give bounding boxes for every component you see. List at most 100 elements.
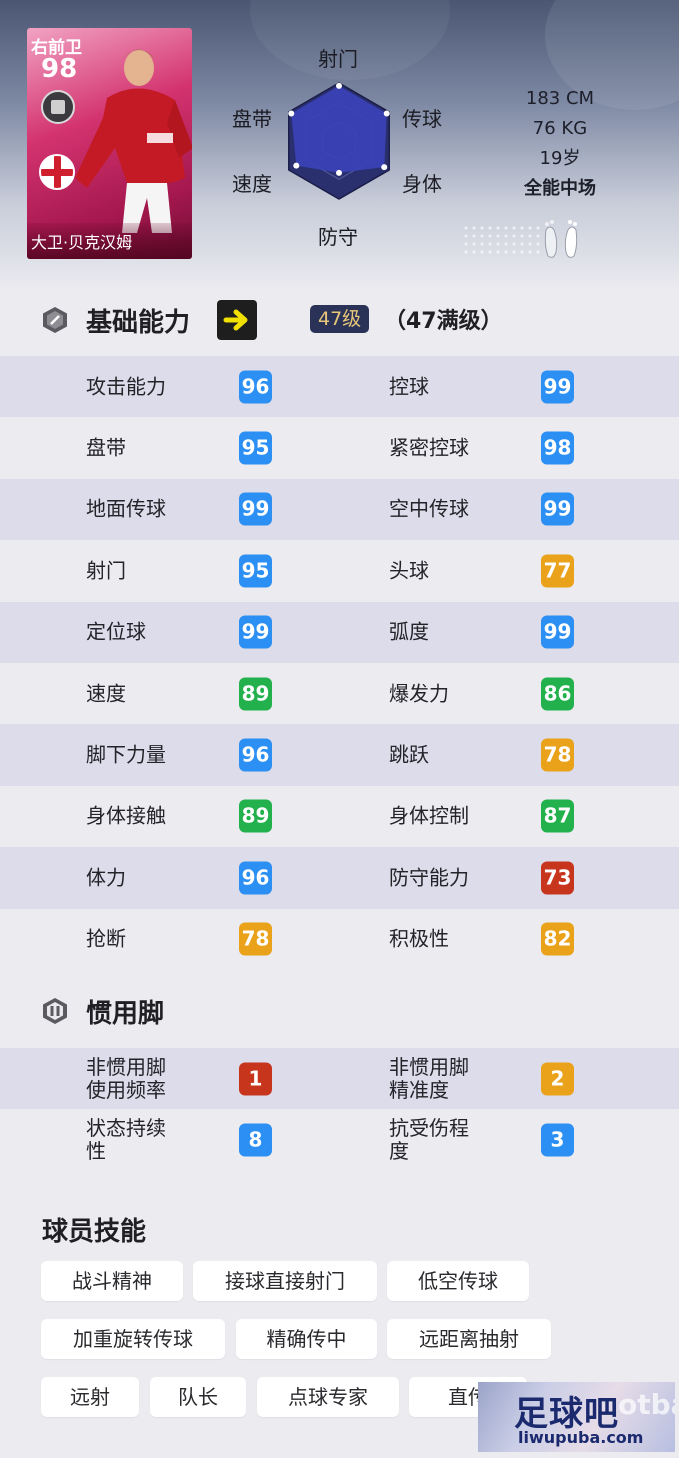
skill-tag[interactable]: 接球直接射门: [193, 1261, 377, 1301]
stat-label-right: 紧密控球: [389, 435, 469, 460]
stat-label-right: 抗受伤程 度: [389, 1116, 469, 1164]
radar-label-speed: 速度: [232, 172, 272, 196]
stat-label-left: 抢断: [86, 926, 126, 951]
arrow-right-icon: [223, 309, 248, 331]
stat-value-right: 99: [541, 370, 574, 404]
stat-row: 体力 96 防守能力 73: [0, 847, 679, 909]
stat-label-left: 体力: [86, 865, 126, 890]
stat-label-right: 非惯用脚 精准度: [389, 1054, 469, 1102]
radar-value-area: [291, 85, 387, 173]
hexagon-badge-icon: [43, 307, 67, 333]
stat-value-right: 78: [541, 738, 574, 772]
watermark-url: liwupuba.com: [518, 1428, 644, 1447]
radar-label-physical: 身体: [402, 172, 442, 196]
stats-table: 攻击能力 96 控球 99 盘带 95 紧密控球 98 地面传球 99 空中传球 99 射门 95 头球 77…: [0, 356, 679, 970]
skill-tag[interactable]: 战斗精神: [41, 1261, 183, 1301]
level-badge: 47级: [310, 305, 370, 333]
stat-value-right: 98: [541, 431, 574, 465]
stat-value-right: 77: [541, 554, 574, 588]
skills-header: 球员技能: [0, 1204, 679, 1254]
stat-value-right: 99: [541, 492, 574, 526]
expand-arrow-button[interactable]: [217, 300, 257, 340]
card-overall-rating: 98: [41, 54, 78, 84]
stat-label-left: 盘带: [86, 435, 126, 460]
stat-value-left: 96: [239, 861, 272, 895]
level-max-text: （47满级）: [384, 309, 503, 334]
stat-value-right: 3: [541, 1123, 574, 1157]
radar-point: [288, 110, 295, 117]
player-card[interactable]: 右前卫 98 大卫·贝克汉姆: [27, 28, 192, 259]
stat-value-left: 95: [239, 431, 272, 465]
card-player-name: 大卫·贝克汉姆: [27, 223, 192, 259]
stat-value-left: 89: [239, 799, 272, 833]
stat-label-right: 弧度: [389, 619, 429, 644]
skill-tag[interactable]: 远距离抽射: [387, 1319, 551, 1359]
shield-foot-icon: [43, 998, 67, 1024]
stat-row: 脚下力量 96 跳跃 78: [0, 724, 679, 786]
ability-radar-chart: 射门 传球 身体 防守 速度 盘带: [220, 35, 460, 255]
stat-label-right: 爆发力: [389, 681, 449, 706]
decorative-dots: [462, 224, 542, 254]
section-title-basic-ability: 基础能力: [86, 307, 191, 338]
feet-icon: [544, 220, 578, 258]
stat-value-left: 8: [239, 1123, 272, 1157]
stat-label-left: 定位球: [86, 619, 146, 644]
stat-row: 盘带 95 紧密控球 98: [0, 417, 679, 478]
stat-value-left: 96: [239, 738, 272, 772]
stat-value-right: 87: [541, 799, 574, 833]
stat-row: 身体接触 89 身体控制 87: [0, 786, 679, 847]
radar-label-passing: 传球: [402, 107, 442, 131]
skill-tag[interactable]: 队长: [150, 1377, 246, 1417]
stat-label-right: 跳跃: [389, 742, 429, 767]
stat-label-left: 身体接触: [86, 803, 166, 828]
player-header: 右前卫 98 大卫·贝克汉姆 射门 传球 身体 防守 速度 盘带 183 CM …: [0, 0, 679, 290]
skill-tag[interactable]: 加重旋转传球: [41, 1319, 225, 1359]
stat-value-right: 99: [541, 615, 574, 649]
stat-value-right: 2: [541, 1062, 574, 1096]
stat-row: 状态持续 性 8 抗受伤程 度 3: [0, 1109, 679, 1170]
stat-label-right: 积极性: [389, 926, 449, 951]
stat-value-right: 73: [541, 861, 574, 895]
skill-tag[interactable]: 低空传球: [387, 1261, 529, 1301]
stat-label-left: 非惯用脚 使用频率: [86, 1054, 166, 1102]
stat-label-right: 防守能力: [389, 865, 469, 890]
player-age: 19岁: [539, 148, 581, 169]
player-weight: 76 KG: [532, 118, 588, 139]
skill-tag[interactable]: 远射: [41, 1377, 139, 1417]
radar-point: [381, 164, 388, 171]
radar-point: [383, 110, 390, 117]
radar-point: [293, 162, 300, 169]
stat-label-left: 地面传球: [86, 496, 166, 521]
england-flag-icon: [39, 154, 75, 190]
preferred-foot-header: 惯用脚: [0, 986, 679, 1036]
skill-tag[interactable]: 点球专家: [257, 1377, 399, 1417]
foot-table: 非惯用脚 使用频率 1 非惯用脚 精准度 2 状态持续 性 8 抗受伤程 度 3: [0, 1048, 679, 1171]
stat-row: 速度 89 爆发力 86: [0, 663, 679, 724]
stat-value-right: 82: [541, 922, 574, 956]
stat-value-left: 99: [239, 492, 272, 526]
stat-value-left: 89: [239, 677, 272, 711]
physical-info: 183 CM 76 KG 19岁 全能中场: [500, 84, 620, 204]
stat-label-right: 空中传球: [389, 496, 469, 521]
stat-label-right: 控球: [389, 374, 429, 399]
stat-row: 抢断 78 积极性 82: [0, 909, 679, 970]
stat-label-left: 速度: [86, 681, 126, 706]
club-badge-icon: [41, 90, 75, 124]
stat-row: 攻击能力 96 控球 99: [0, 356, 679, 418]
stat-value-left: 99: [239, 615, 272, 649]
stat-row: 定位球 99 弧度 99: [0, 601, 679, 663]
stat-label-left: 攻击能力: [86, 374, 166, 399]
stat-row: 非惯用脚 使用频率 1 非惯用脚 精准度 2: [0, 1048, 679, 1110]
radar-point: [336, 169, 342, 176]
stat-value-left: 78: [239, 922, 272, 956]
stat-row: 射门 95 头球 77: [0, 540, 679, 601]
section-title-preferred-foot: 惯用脚: [86, 998, 165, 1029]
radar-label-shooting: 射门: [318, 47, 358, 71]
player-role: 全能中场: [524, 178, 596, 199]
section-title-skills: 球员技能: [42, 1216, 147, 1247]
radar-point: [336, 82, 342, 89]
stat-label-left: 射门: [86, 558, 126, 583]
stat-label-left: 脚下力量: [86, 742, 166, 767]
skill-tag[interactable]: 精确传中: [236, 1319, 377, 1359]
stat-label-left: 状态持续 性: [86, 1116, 166, 1164]
